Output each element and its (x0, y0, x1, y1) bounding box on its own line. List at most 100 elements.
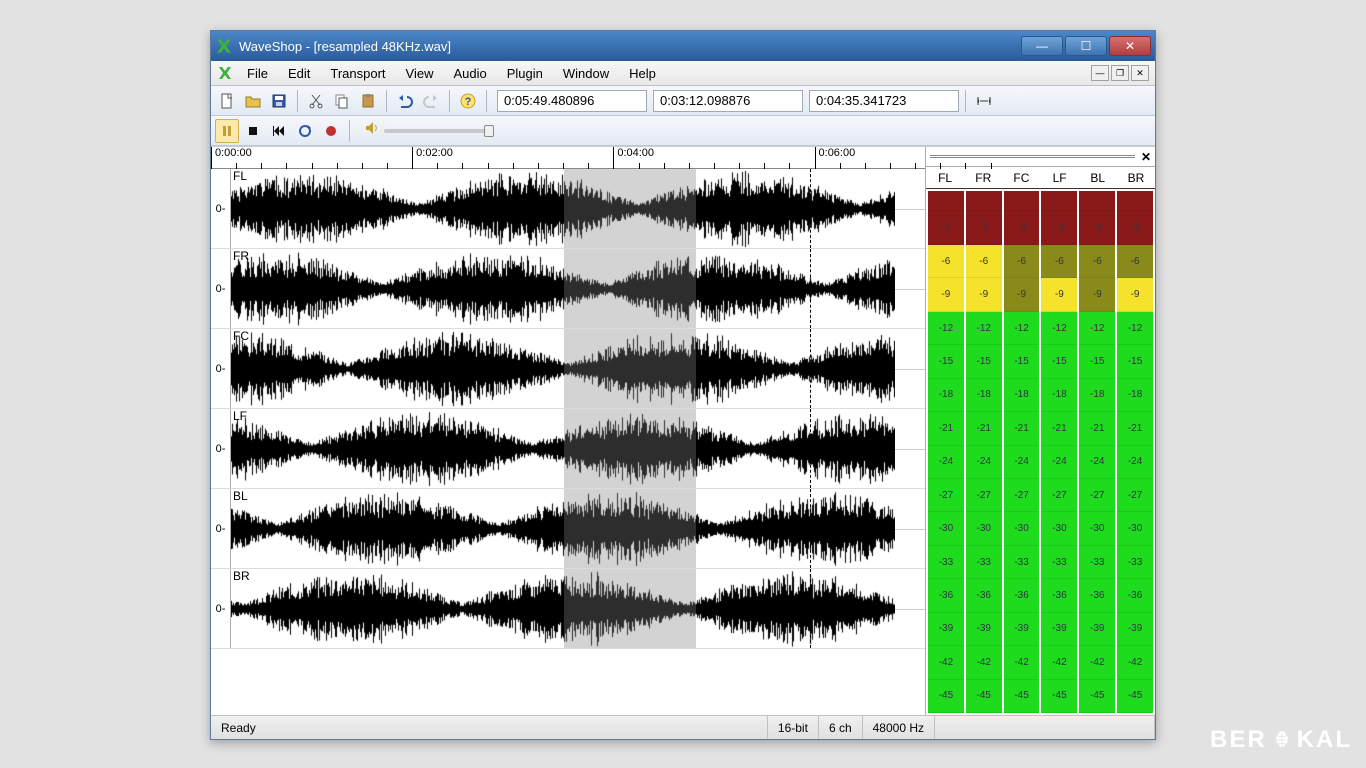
meter-segment: -42 (1041, 646, 1077, 679)
meter-segment: -9 (966, 278, 1002, 311)
meter-segment: -27 (1004, 479, 1040, 512)
menu-window[interactable]: Window (553, 63, 619, 84)
track-body[interactable]: BL (231, 489, 925, 568)
track-body[interactable]: FL (231, 169, 925, 248)
meter-segment: -24 (1079, 446, 1115, 479)
time-ruler[interactable]: 0:00:000:02:000:04:000:06:00 (211, 147, 925, 169)
status-rate: 48000 Hz (863, 716, 935, 739)
menu-plugin[interactable]: Plugin (497, 63, 553, 84)
meter-segment: -30 (1004, 512, 1040, 545)
svg-text:?: ? (465, 96, 472, 108)
meter-segment: -24 (966, 446, 1002, 479)
menu-view[interactable]: View (396, 63, 444, 84)
meter-segment: -33 (1041, 546, 1077, 579)
status-bits: 16-bit (768, 716, 819, 739)
meter-column: -3-6-9-12-15-18-21-24-27-30-33-36-39-42-… (966, 191, 1002, 713)
new-button[interactable] (215, 89, 239, 113)
meter-segment: -15 (1004, 345, 1040, 378)
rewind-button[interactable] (267, 119, 291, 143)
open-button[interactable] (241, 89, 265, 113)
track-fc[interactable]: 0-FC (211, 329, 925, 409)
track-body[interactable]: FR (231, 249, 925, 328)
app-icon (215, 37, 233, 55)
close-button[interactable]: ✕ (1109, 36, 1151, 56)
meter-segment: -15 (1079, 345, 1115, 378)
paste-button[interactable] (356, 89, 380, 113)
time-position[interactable]: 0:05:49.480896 (497, 90, 647, 112)
meter-segment: -15 (966, 345, 1002, 378)
meter-segment: -24 (1117, 446, 1153, 479)
meter-segment: -39 (1079, 613, 1115, 646)
menu-help[interactable]: Help (619, 63, 666, 84)
track-lf[interactable]: 0-LF (211, 409, 925, 489)
meter-segment: -18 (966, 379, 1002, 412)
meter-column: -3-6-9-12-15-18-21-24-27-30-33-36-39-42-… (1004, 191, 1040, 713)
meter-column: -3-6-9-12-15-18-21-24-27-30-33-36-39-42-… (1079, 191, 1115, 713)
help-button[interactable]: ? (456, 89, 480, 113)
meter-segment: -30 (1041, 512, 1077, 545)
menu-file[interactable]: File (237, 63, 278, 84)
stop-button[interactable] (241, 119, 265, 143)
meter-segment: -42 (966, 646, 1002, 679)
track-gutter: 0- (211, 329, 231, 408)
meter-segment: -12 (928, 312, 964, 345)
track-gutter: 0- (211, 569, 231, 648)
volume-slider[interactable] (384, 129, 494, 133)
track-fl[interactable]: 0-FL (211, 169, 925, 249)
titlebar[interactable]: WaveShop - [resampled 48KHz.wav] — ☐ ✕ (211, 31, 1155, 61)
channel-label: BL (233, 489, 248, 503)
meter-segment: -21 (1004, 412, 1040, 445)
cut-button[interactable] (304, 89, 328, 113)
meter-segment: -36 (966, 579, 1002, 612)
mdi-restore-button[interactable]: ❐ (1111, 65, 1129, 81)
meter-segment: -36 (928, 579, 964, 612)
menubar: File Edit Transport View Audio Plugin Wi… (211, 61, 1155, 86)
meter-close-button[interactable]: ✕ (1141, 150, 1151, 164)
statusbar: Ready 16-bit 6 ch 48000 Hz (211, 715, 1155, 739)
ruler-tick: 0:02:00 (412, 147, 413, 169)
time-selection-start[interactable]: 0:03:12.098876 (653, 90, 803, 112)
redo-button[interactable] (419, 89, 443, 113)
menu-transport[interactable]: Transport (320, 63, 395, 84)
menu-audio[interactable]: Audio (443, 63, 496, 84)
meter-segment: -33 (928, 546, 964, 579)
channel-label: FC (233, 329, 249, 343)
track-body[interactable]: FC (231, 329, 925, 408)
meter-panel: ✕ FLFRFCLFBLBR -3-6-9-12-15-18-21-24-27-… (925, 147, 1155, 715)
pause-button[interactable] (215, 119, 239, 143)
save-button[interactable] (267, 89, 291, 113)
loop-button[interactable] (293, 119, 317, 143)
undo-button[interactable] (393, 89, 417, 113)
track-body[interactable]: LF (231, 409, 925, 488)
meter-segment: -12 (1004, 312, 1040, 345)
meter-body: -3-6-9-12-15-18-21-24-27-30-33-36-39-42-… (926, 189, 1155, 715)
maximize-button[interactable]: ☐ (1065, 36, 1107, 56)
copy-button[interactable] (330, 89, 354, 113)
mdi-close-button[interactable]: ✕ (1131, 65, 1149, 81)
meter-segment: -12 (966, 312, 1002, 345)
track-fr[interactable]: 0-FR (211, 249, 925, 329)
meter-segment: -21 (928, 412, 964, 445)
track-gutter: 0- (211, 489, 231, 568)
time-selection-length[interactable]: 0:04:35.341723 (809, 90, 959, 112)
meter-segment: -21 (1079, 412, 1115, 445)
brain-icon (1271, 729, 1293, 751)
track-br[interactable]: 0-BR (211, 569, 925, 649)
meter-segment: -45 (966, 680, 1002, 713)
track-body[interactable]: BR (231, 569, 925, 648)
track-bl[interactable]: 0-BL (211, 489, 925, 569)
mdi-minimize-button[interactable]: — (1091, 65, 1109, 81)
track-gutter: 0- (211, 409, 231, 488)
fit-button[interactable] (972, 89, 996, 113)
meter-segment: -45 (1004, 680, 1040, 713)
playhead-cursor (810, 249, 811, 328)
meter-col-label: LF (1041, 167, 1079, 188)
minimize-button[interactable]: — (1021, 36, 1063, 56)
meter-segment: -24 (1041, 446, 1077, 479)
channel-label: FL (233, 169, 247, 183)
meter-header: ✕ (926, 147, 1155, 167)
meter-segment: -30 (1117, 512, 1153, 545)
record-button[interactable] (319, 119, 343, 143)
meter-segment: -3 (928, 211, 964, 244)
menu-edit[interactable]: Edit (278, 63, 320, 84)
